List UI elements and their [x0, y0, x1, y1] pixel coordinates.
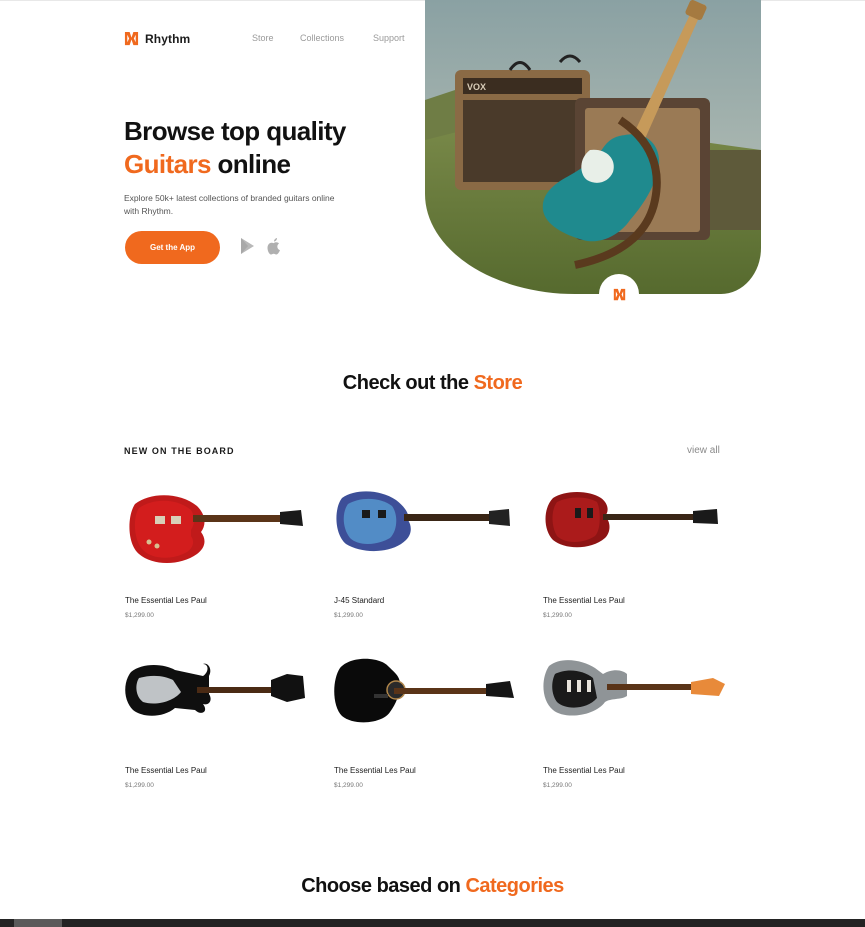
brand-name: Rhythm — [145, 31, 191, 46]
product-name: The Essential Les Paul — [543, 596, 625, 605]
apple-icon[interactable] — [265, 236, 283, 256]
hero-logo-badge — [599, 274, 639, 314]
product-price: $1,299.00 — [125, 782, 154, 789]
rhythm-logo-icon — [124, 31, 139, 46]
hero-photo-illustration: VOX — [425, 0, 761, 294]
product-card[interactable]: The Essential Les Paul $1,299.00 — [334, 654, 524, 804]
product-price: $1,299.00 — [543, 612, 572, 619]
black-bass-guitar-image — [125, 663, 305, 716]
dark-strip-tab — [14, 919, 62, 927]
product-price: $1,299.00 — [334, 612, 363, 619]
hero-title-rest: online — [210, 149, 291, 179]
product-name: The Essential Les Paul — [125, 596, 207, 605]
product-price: $1,299.00 — [334, 782, 363, 789]
store-section-title: Check out the Store — [0, 372, 865, 395]
product-card[interactable]: J-45 Standard $1,299.00 — [334, 484, 524, 634]
hero-title: Browse top quality Guitars online — [124, 115, 346, 181]
product-card[interactable]: The Essential Les Paul $1,299.00 — [125, 484, 315, 634]
categories-section-title: Choose based on Categories — [0, 875, 865, 898]
silver-stratocaster-guitar-image — [543, 660, 725, 716]
new-on-board-label: NEW ON THE BOARD — [124, 446, 235, 456]
get-app-button[interactable]: Get the App — [125, 231, 220, 264]
product-card[interactable]: The Essential Les Paul $1,299.00 — [543, 484, 733, 634]
categories-title-prefix: Choose based on — [301, 875, 466, 897]
product-name: The Essential Les Paul — [543, 766, 625, 775]
hero-image-guitar-amps: VOX — [425, 0, 761, 294]
dark-section-strip — [0, 919, 865, 927]
product-card[interactable]: The Essential Les Paul $1,299.00 — [125, 654, 315, 804]
product-name: J-45 Standard — [334, 596, 385, 605]
blue-burst-guitar-image — [336, 491, 510, 552]
hero-title-line1: Browse top quality — [124, 116, 346, 146]
product-price: $1,299.00 — [543, 782, 572, 789]
brand-logo[interactable]: Rhythm — [124, 31, 190, 46]
product-name: The Essential Les Paul — [334, 766, 416, 775]
cherry-red-guitar-image — [545, 492, 718, 548]
store-title-accent: Store — [473, 372, 523, 394]
view-all-link[interactable]: view all — [687, 445, 720, 456]
nav-link-store[interactable]: Store — [252, 33, 274, 43]
product-name: The Essential Les Paul — [125, 766, 207, 775]
nav-link-collections[interactable]: Collections — [300, 33, 344, 43]
play-store-icon[interactable] — [239, 236, 257, 256]
hero-description: Explore 50k+ latest collections of brand… — [124, 193, 335, 216]
rhythm-badge-icon — [613, 288, 625, 300]
categories-title-accent: Categories — [465, 875, 564, 897]
nav-link-support[interactable]: Support — [373, 33, 405, 43]
black-acoustic-guitar-image — [334, 658, 514, 723]
svg-text:VOX: VOX — [467, 82, 486, 92]
store-title-prefix: Check out the — [342, 372, 474, 394]
hero-title-accent: Guitars — [124, 149, 211, 179]
red-les-paul-guitar-image — [129, 495, 303, 563]
product-card[interactable]: The Essential Les Paul $1,299.00 — [543, 654, 733, 804]
product-price: $1,299.00 — [125, 612, 154, 619]
